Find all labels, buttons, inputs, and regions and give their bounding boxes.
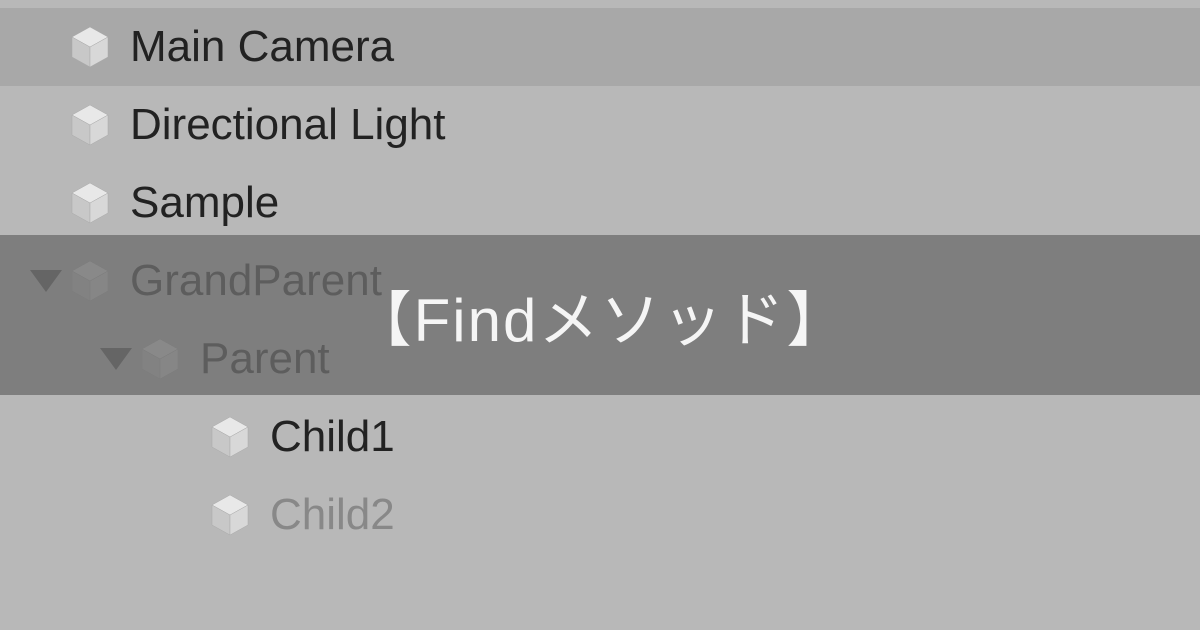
- hierarchy-item[interactable]: Child2: [0, 476, 1200, 554]
- gameobject-cube-icon: [208, 415, 252, 459]
- hierarchy-item-label: Main Camera: [130, 22, 394, 72]
- hierarchy-item-label: Child2: [270, 490, 395, 540]
- hierarchy-item-label: Child1: [270, 412, 395, 462]
- hierarchy-item[interactable]: Sample: [0, 164, 1200, 242]
- hierarchy-item[interactable]: Main Camera: [0, 8, 1200, 86]
- hierarchy-item[interactable]: Child1: [0, 398, 1200, 476]
- hierarchy-item-label: Directional Light: [130, 100, 446, 150]
- gameobject-cube-icon: [68, 103, 112, 147]
- hierarchy-item-label: Sample: [130, 178, 279, 228]
- gameobject-cube-icon: [208, 493, 252, 537]
- gameobject-cube-icon: [68, 25, 112, 69]
- gameobject-cube-icon: [68, 181, 112, 225]
- overlay-title: 【Findメソッド】: [352, 272, 849, 359]
- title-overlay: 【Findメソッド】: [0, 235, 1200, 395]
- hierarchy-item[interactable]: Directional Light: [0, 86, 1200, 164]
